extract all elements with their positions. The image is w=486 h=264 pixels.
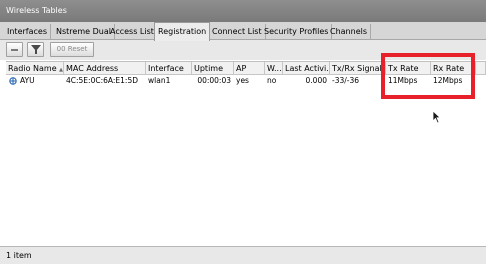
filter-button[interactable] [27, 42, 44, 57]
cell-interface: wlan1 [148, 76, 171, 85]
tab-connect-list[interactable]: Connect List [209, 24, 266, 40]
cell-ap: yes [236, 76, 249, 85]
cell-radio-name: AYU [20, 76, 35, 85]
column-header-w[interactable]: W... [265, 62, 283, 75]
tab-security-profiles[interactable]: Security Profiles [261, 24, 333, 40]
tab-registration[interactable]: Registration [154, 22, 211, 41]
window-title: Wireless Tables [0, 0, 486, 22]
column-header-filler [476, 62, 486, 75]
cell-uptime: 00:00:03 [197, 76, 231, 85]
column-header-tx-rx-signal[interactable]: Tx/Rx Signal [330, 62, 386, 75]
mouse-cursor-icon [432, 110, 442, 126]
tab-access-list[interactable]: Access List [107, 24, 158, 40]
column-header-last-activity[interactable]: Last Activi... [283, 62, 330, 75]
column-header-uptime[interactable]: Uptime [192, 62, 234, 75]
sort-ascending-icon: ▲ [59, 67, 64, 73]
cell-w: no [267, 76, 277, 85]
cell-tx-rx-signal: -33/-36 [332, 76, 360, 85]
tab-nstreme-dual[interactable]: Nstreme Dual [53, 24, 115, 40]
remove-button[interactable] [6, 42, 23, 57]
tab-bar: Interfaces Nstreme Dual Access List Regi… [0, 22, 486, 41]
cell-mac-address: 4C:5E:0C:6A:E1:5D [66, 76, 138, 85]
column-header-radio-name[interactable]: Radio Name ▲ [6, 62, 64, 75]
status-bar: 1 item [0, 246, 486, 264]
column-header-interface[interactable]: Interface [146, 62, 192, 75]
column-header-ap[interactable]: AP [234, 62, 265, 75]
tab-channels[interactable]: Channels [327, 24, 372, 40]
wireless-client-icon [9, 77, 17, 85]
reset-counters-button[interactable]: 00 Reset [50, 42, 94, 57]
column-header-mac-address[interactable]: MAC Address [64, 62, 146, 75]
rate-highlight-box [381, 53, 475, 99]
tab-interfaces[interactable]: Interfaces [4, 24, 51, 40]
minus-icon [11, 49, 18, 51]
cell-last-activity: 0.000 [305, 76, 327, 85]
